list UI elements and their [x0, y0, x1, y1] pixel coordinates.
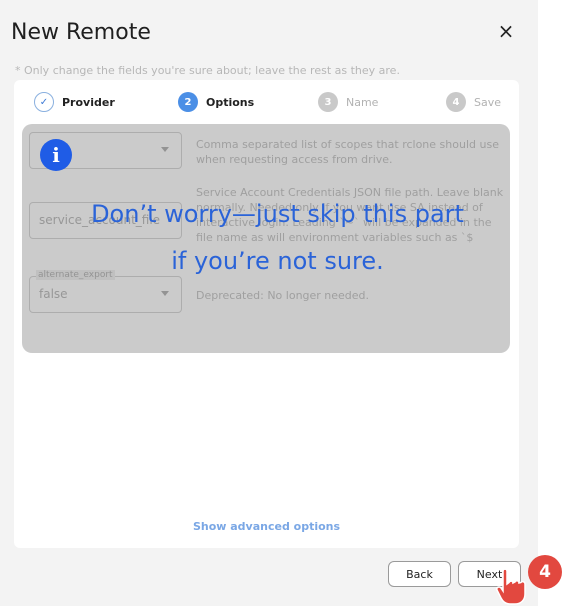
step-label: Options: [206, 95, 255, 109]
step-options[interactable]: 2 Options: [178, 92, 254, 112]
tutorial-step-badge: 4: [528, 555, 562, 589]
step-save[interactable]: 4 Save: [446, 92, 501, 112]
step-name[interactable]: 3 Name: [318, 92, 378, 112]
dialog-title: New Remote: [11, 20, 151, 45]
info-icon: i: [40, 139, 72, 171]
step-label: Save: [474, 95, 502, 109]
tip-message: Don’t worry—just skip this part if you’r…: [30, 191, 525, 285]
step-provider[interactable]: ✓ Provider: [34, 92, 115, 112]
close-icon[interactable]: ×: [496, 19, 516, 43]
step-number: 3: [318, 92, 338, 112]
step-label: Provider: [62, 95, 115, 109]
hand-pointer-icon: [496, 568, 526, 605]
step-label: Name: [346, 95, 379, 109]
check-icon: ✓: [34, 92, 54, 112]
step-number: 2: [178, 92, 198, 112]
tip-line-2: if you’re not sure.: [171, 247, 384, 275]
back-button[interactable]: Back: [388, 561, 451, 587]
show-advanced-options-link[interactable]: Show advanced options: [14, 520, 519, 533]
tip-line-1: Don’t worry—just skip this part: [91, 200, 464, 228]
stepper: ✓ Provider 2 Options 3 Name 4 Save: [14, 80, 519, 125]
hint-text: * Only change the fields you're sure abo…: [15, 64, 400, 77]
step-number: 4: [446, 92, 466, 112]
